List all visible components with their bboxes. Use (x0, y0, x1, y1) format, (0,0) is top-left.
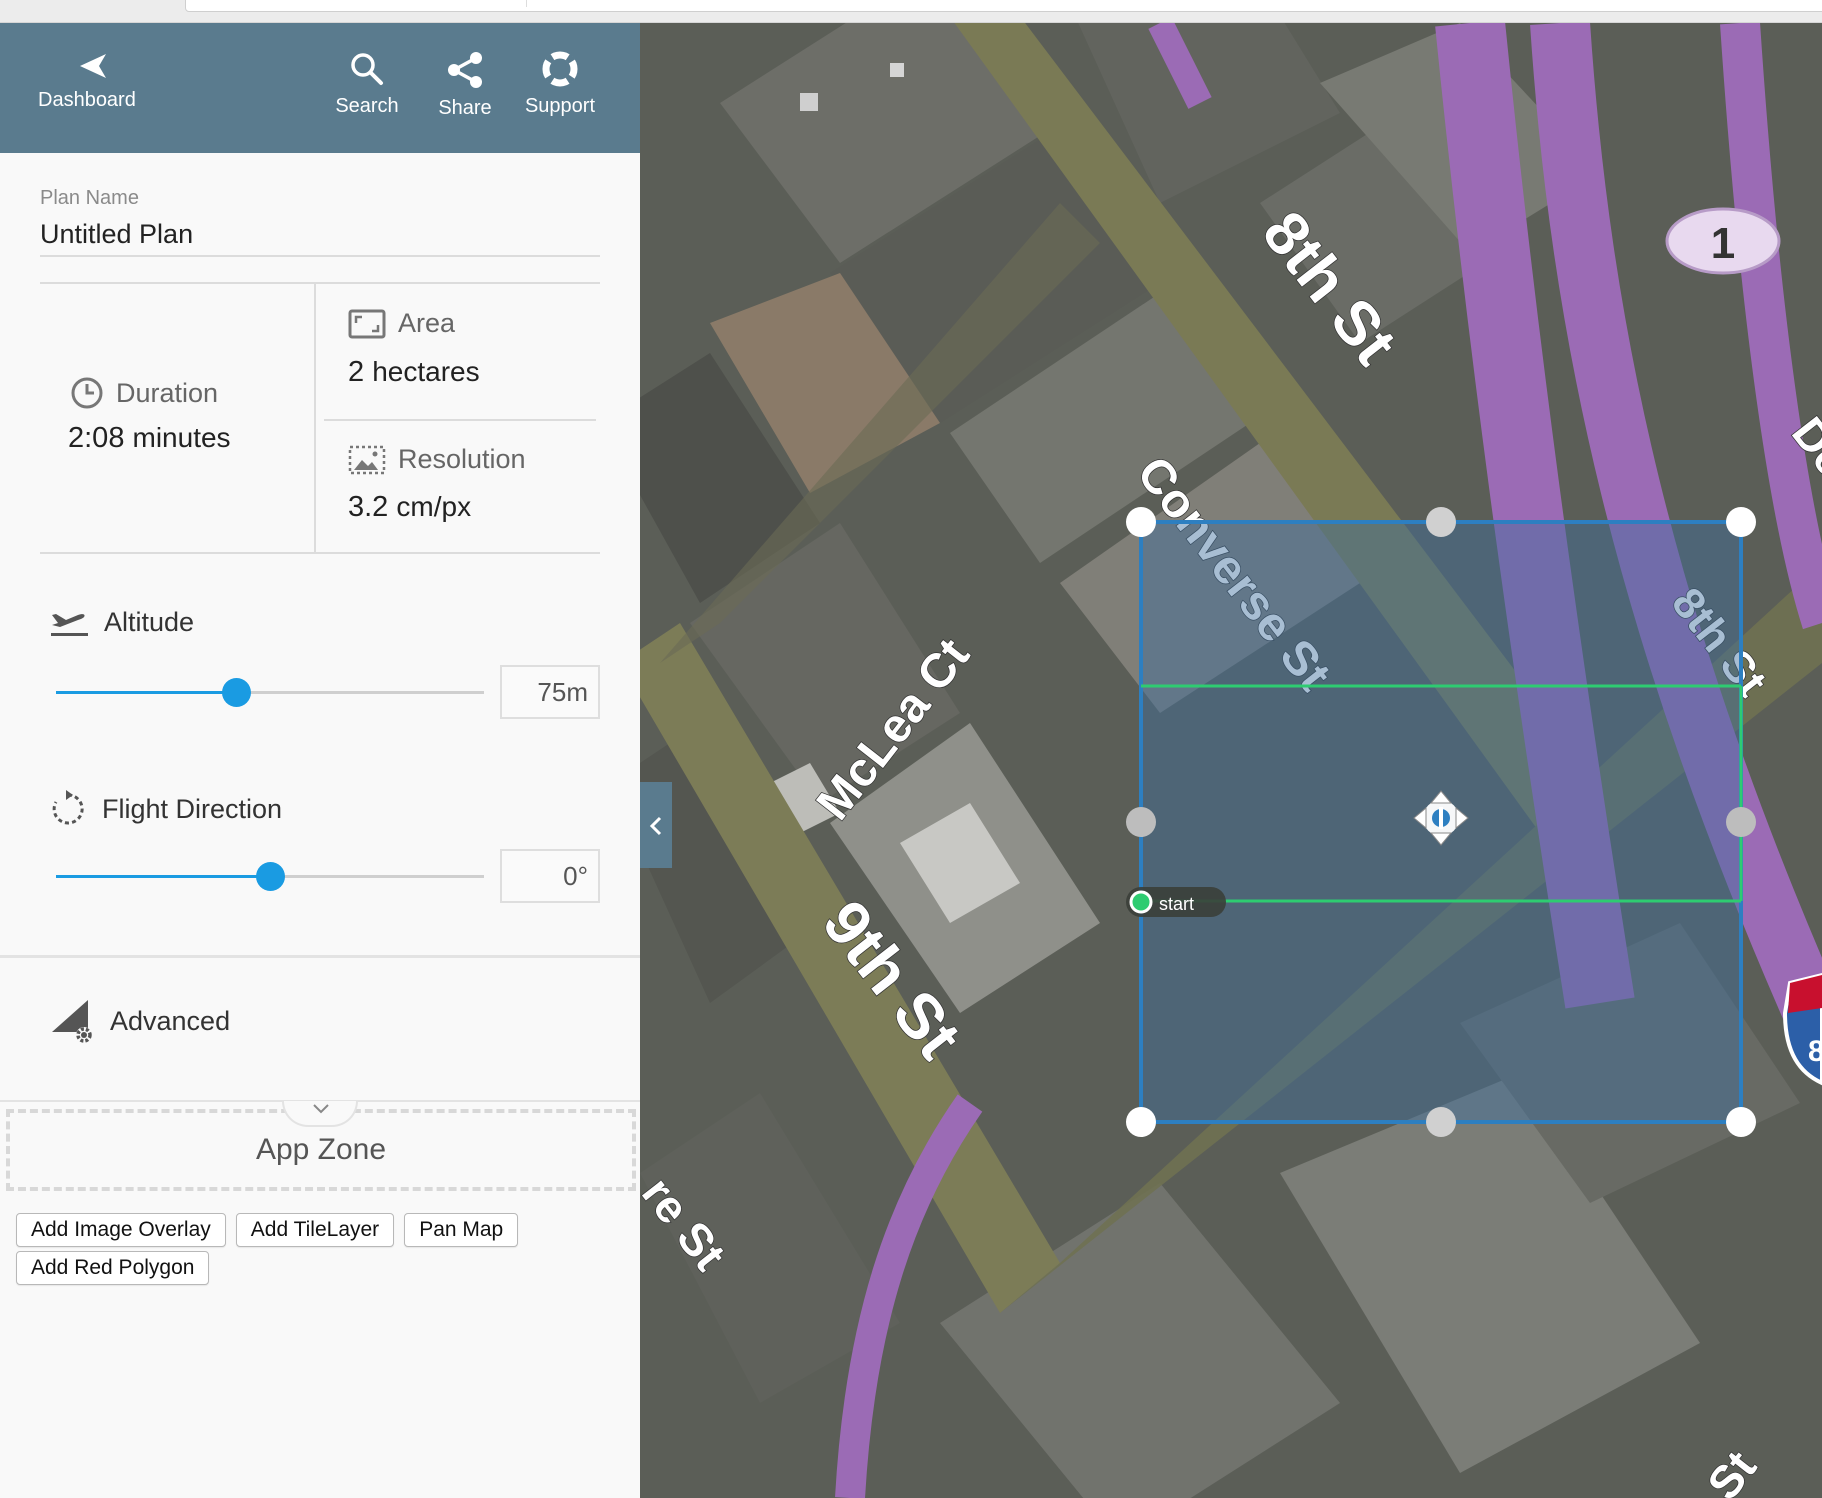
search-icon (351, 53, 383, 85)
dashboard-button[interactable]: Dashboard (38, 51, 148, 112)
pan-map-button[interactable]: Pan Map (404, 1213, 519, 1247)
altitude-slider-thumb[interactable] (221, 678, 251, 707)
search-label: Search (335, 95, 399, 117)
support-button[interactable]: Support (520, 51, 600, 118)
resolution-value: 3.2 cm/px (348, 491, 471, 524)
app-zone-label: App Zone (255, 1133, 387, 1166)
interstate-shield-number: 8 (1808, 1035, 1822, 1068)
add-image-overlay-button[interactable]: Add Image Overlay (16, 1213, 226, 1247)
duration-number: 2:08 (68, 422, 125, 454)
corner-handle-bottom-left[interactable] (1126, 1107, 1156, 1137)
share-icon (448, 52, 482, 88)
resolution-label: Resolution (398, 444, 526, 474)
flight-plan-polygon[interactable]: start (1126, 507, 1756, 1137)
altitude-input[interactable]: 75m (500, 665, 600, 719)
advanced-settings-icon (52, 1000, 92, 1043)
advanced-toggle[interactable]: Advanced (48, 998, 230, 1044)
corner-handle-top-left[interactable] (1126, 507, 1156, 537)
midpoint-handle-top[interactable] (1426, 507, 1456, 537)
area-heading: Area (348, 308, 455, 339)
advanced-label: Advanced (110, 1005, 231, 1036)
resolution-unit: cm/px (396, 491, 472, 522)
top-navigation-bar: Dashboard Search Share Support (0, 23, 640, 153)
area-label: Area (398, 308, 456, 338)
duration-label: Duration (116, 377, 219, 408)
plan-name-input[interactable] (40, 213, 600, 257)
plan-stats-panel: Duration 2:08 minutes Area 2 hectares Re… (40, 282, 600, 554)
chevron-left-icon (649, 816, 662, 836)
resolution-heading: Resolution (348, 444, 526, 475)
resolution-image-icon (348, 445, 386, 474)
plan-name-label: Plan Name (40, 187, 139, 209)
rotate-direction-icon (52, 790, 84, 825)
altitude-slider-fill (56, 691, 236, 694)
flight-direction-label: Flight Direction (102, 793, 283, 824)
highway-shield-1: 1 (1665, 207, 1781, 275)
support-label: Support (524, 95, 596, 117)
app-button-row-1: Add Image Overlay Add TileLayer Pan Map (16, 1213, 519, 1247)
app-button-row-2: Add Red Polygon (16, 1251, 210, 1285)
corner-handle-bottom-right[interactable] (1726, 1107, 1756, 1137)
chevron-down-icon (313, 1104, 329, 1114)
altitude-slider[interactable] (56, 678, 484, 707)
map-view[interactable]: 8th St Converse St 8th St McLea Ct 9th S… (640, 23, 1822, 1498)
resolution-number: 3.2 (348, 491, 389, 523)
takeoff-plane-icon (51, 614, 88, 636)
browser-url-bar[interactable] (185, 0, 1822, 12)
app-root: Dashboard Search Share Support Plan Name… (0, 0, 1822, 1498)
area-frame-icon (348, 309, 386, 338)
share-button[interactable]: Share (430, 51, 500, 120)
flight-direction-slider-thumb[interactable] (256, 862, 285, 891)
dashboard-label: Dashboard (38, 89, 136, 111)
altitude-heading: Altitude (48, 605, 194, 639)
browser-address-strip (0, 0, 1822, 23)
flight-direction-input[interactable]: 0° (500, 849, 600, 903)
duration-heading: Duration (70, 376, 218, 410)
highway-shield-number: 1 (1711, 219, 1735, 268)
area-number: 2 (348, 356, 365, 388)
search-button[interactable]: Search (332, 51, 402, 118)
flight-direction-slider-fill (56, 875, 270, 878)
midpoint-handle-left[interactable] (1126, 807, 1156, 837)
clock-icon (71, 377, 103, 409)
duration-value: 2:08 minutes (68, 422, 231, 455)
add-red-polygon-button[interactable]: Add Red Polygon (16, 1251, 210, 1285)
midpoint-handle-right[interactable] (1726, 807, 1756, 837)
lifebuoy-icon (542, 51, 578, 87)
collapse-sidebar-button[interactable] (640, 782, 672, 868)
satellite-map[interactable]: 8th St Converse St 8th St McLea Ct 9th S… (640, 23, 1822, 1498)
add-tilelayer-button[interactable]: Add TileLayer (235, 1213, 395, 1247)
corner-handle-top-right[interactable] (1726, 507, 1756, 537)
stats-horizontal-divider (324, 419, 596, 421)
flight-direction-slider[interactable] (56, 862, 484, 891)
stats-vertical-divider (314, 284, 316, 554)
share-label: Share (438, 97, 492, 119)
area-value: 2 hectares (348, 356, 480, 389)
sidebar: Dashboard Search Share Support Plan Name… (0, 23, 640, 1498)
altitude-label: Altitude (104, 606, 195, 637)
duration-unit: minutes (132, 422, 231, 453)
start-marker-label: start (1159, 894, 1194, 914)
area-unit: hectares (372, 356, 480, 387)
back-arrow-icon (80, 54, 106, 78)
flight-direction-heading: Flight Direction (48, 789, 282, 829)
midpoint-handle-bottom[interactable] (1426, 1107, 1456, 1137)
advanced-divider (0, 955, 640, 958)
start-marker[interactable]: start (1126, 887, 1226, 917)
